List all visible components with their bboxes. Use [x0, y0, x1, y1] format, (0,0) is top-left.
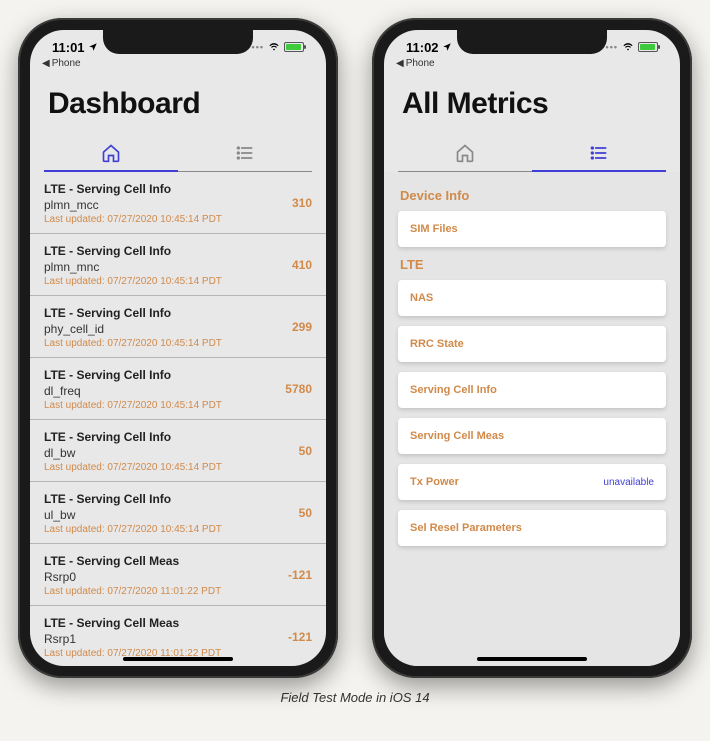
tab-dashboard[interactable] [398, 137, 532, 171]
row-metric: plmn_mnc [44, 260, 312, 274]
battery-icon [638, 42, 658, 52]
page-title: All Metrics [402, 87, 662, 121]
metric-name: RRC State [410, 338, 464, 350]
back-to-app[interactable]: ◀ Phone [30, 58, 326, 69]
metric-card[interactable]: RRC State [398, 326, 666, 362]
chevron-left-icon: ◀ [42, 58, 50, 69]
screen-right: 11:02 •••• ◀ Phone All Metri [384, 30, 680, 666]
phone-left: 11:01 •••• ◀ Phone Dashboard [18, 18, 338, 678]
row-timestamp: Last updated: 07/27/2020 10:45:14 PDT [44, 400, 312, 411]
location-icon [88, 42, 98, 52]
dashboard-row[interactable]: LTE - Serving Cell Info ul_bw Last updated… [30, 482, 326, 544]
row-timestamp: Last updated: 07/27/2020 10:45:14 PDT [44, 524, 312, 535]
back-to-app[interactable]: ◀ Phone [384, 58, 680, 69]
wifi-icon [267, 42, 281, 52]
tab-dashboard[interactable] [44, 137, 178, 171]
dashboard-row[interactable]: LTE - Serving Cell Info phy_cell_id Last u… [30, 296, 326, 358]
row-metric: Rsrp1 [44, 632, 312, 646]
row-value: -121 [288, 630, 312, 644]
row-title: LTE - Serving Cell Info [44, 244, 312, 258]
dashboard-row[interactable]: LTE - Serving Cell Info plmn_mcc Last upda… [30, 172, 326, 234]
list-icon [589, 143, 609, 163]
metric-card[interactable]: Serving Cell Meas [398, 418, 666, 454]
metrics-list[interactable]: Device Info SIM Files LTE NAS RRC State Servi… [384, 172, 680, 666]
dashboard-row[interactable]: LTE - Serving Cell Info dl_freq Last updat… [30, 358, 326, 420]
figure-caption: Field Test Mode in iOS 14 [0, 690, 710, 705]
dashboard-row[interactable]: LTE - Serving Cell Meas Rsrp0 Last updated… [30, 544, 326, 606]
clock: 11:01 [52, 40, 85, 55]
row-value: 50 [299, 444, 312, 458]
metric-name: Serving Cell Info [410, 384, 497, 396]
home-icon [101, 143, 121, 163]
tab-all-metrics[interactable] [178, 137, 312, 171]
row-timestamp: Last updated: 07/27/2020 10:45:14 PDT [44, 338, 312, 349]
metric-name: NAS [410, 292, 433, 304]
tab-bar [398, 137, 666, 172]
metric-card[interactable]: Sel Resel Parameters [398, 510, 666, 546]
row-metric: ul_bw [44, 508, 312, 522]
row-value: 310 [292, 196, 312, 210]
screen-left: 11:01 •••• ◀ Phone Dashboard [30, 30, 326, 666]
row-timestamp: Last updated: 07/27/2020 10:45:14 PDT [44, 214, 312, 225]
clock: 11:02 [406, 40, 439, 55]
row-title: LTE - Serving Cell Info [44, 492, 312, 506]
home-indicator[interactable] [123, 657, 233, 661]
tab-all-metrics[interactable] [532, 137, 666, 171]
chevron-left-icon: ◀ [396, 58, 404, 69]
list-icon [235, 143, 255, 163]
metric-name: Sel Resel Parameters [410, 522, 522, 534]
row-value: 50 [299, 506, 312, 520]
location-icon [442, 42, 452, 52]
section-header: LTE [400, 257, 664, 272]
page-title: Dashboard [48, 87, 308, 121]
metric-card[interactable]: NAS [398, 280, 666, 316]
phone-right: 11:02 •••• ◀ Phone All Metri [372, 18, 692, 678]
metric-name: Tx Power [410, 476, 459, 488]
row-title: LTE - Serving Cell Meas [44, 616, 312, 630]
row-metric: dl_freq [44, 384, 312, 398]
dashboard-row[interactable]: LTE - Serving Cell Info dl_bw Last updated… [30, 420, 326, 482]
row-metric: Rsrp0 [44, 570, 312, 584]
back-label: Phone [406, 58, 435, 69]
notch [103, 30, 253, 54]
row-timestamp: Last updated: 07/27/2020 10:45:14 PDT [44, 276, 312, 287]
row-timestamp: Last updated: 07/27/2020 10:45:14 PDT [44, 462, 312, 473]
metric-name: Serving Cell Meas [410, 430, 504, 442]
wifi-icon [621, 42, 635, 52]
row-title: LTE - Serving Cell Meas [44, 554, 312, 568]
row-metric: dl_bw [44, 446, 312, 460]
row-metric: plmn_mcc [44, 198, 312, 212]
row-title: LTE - Serving Cell Info [44, 368, 312, 382]
row-value: 5780 [285, 382, 312, 396]
back-label: Phone [52, 58, 81, 69]
row-title: LTE - Serving Cell Info [44, 306, 312, 320]
home-indicator[interactable] [477, 657, 587, 661]
row-value: -121 [288, 568, 312, 582]
metric-card[interactable]: Serving Cell Info [398, 372, 666, 408]
metric-name: SIM Files [410, 223, 458, 235]
row-timestamp: Last updated: 07/27/2020 11:01:22 PDT [44, 586, 312, 597]
notch [457, 30, 607, 54]
row-metric: phy_cell_id [44, 322, 312, 336]
dashboard-row[interactable]: LTE - Serving Cell Info plmn_mnc Last upda… [30, 234, 326, 296]
dashboard-list[interactable]: LTE - Serving Cell Info plmn_mcc Last upda… [30, 172, 326, 666]
battery-icon [284, 42, 304, 52]
metric-card[interactable]: Tx Power unavailable [398, 464, 666, 500]
row-title: LTE - Serving Cell Info [44, 182, 312, 196]
row-value: 410 [292, 258, 312, 272]
section-header: Device Info [400, 188, 664, 203]
row-value: 299 [292, 320, 312, 334]
page-header: All Metrics [384, 69, 680, 131]
home-icon [455, 143, 475, 163]
metric-card[interactable]: SIM Files [398, 211, 666, 247]
row-title: LTE - Serving Cell Info [44, 430, 312, 444]
page-header: Dashboard [30, 69, 326, 131]
tab-bar [44, 137, 312, 172]
metric-status: unavailable [603, 477, 654, 488]
